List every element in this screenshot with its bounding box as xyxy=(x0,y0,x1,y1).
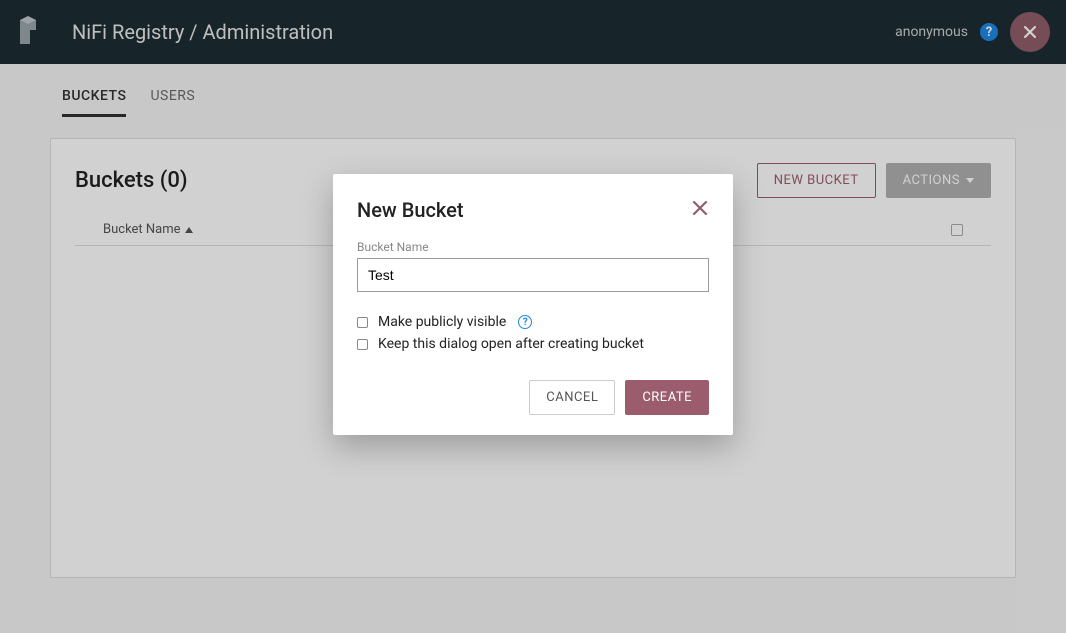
bucket-name-label: Bucket Name xyxy=(357,240,709,254)
create-button[interactable]: CREATE xyxy=(625,380,709,415)
public-visible-option[interactable]: Make publicly visible ? xyxy=(357,314,709,330)
dialog-actions: CANCEL CREATE xyxy=(357,380,709,415)
dialog-options: Make publicly visible ? Keep this dialog… xyxy=(357,314,709,352)
keep-open-checkbox[interactable] xyxy=(357,339,368,350)
dialog-close-button[interactable] xyxy=(691,199,709,221)
keep-open-label: Keep this dialog open after creating buc… xyxy=(378,336,644,352)
dialog-header: New Bucket xyxy=(357,198,709,222)
public-visible-label: Make publicly visible xyxy=(378,314,506,330)
cancel-button[interactable]: CANCEL xyxy=(529,380,615,415)
new-bucket-dialog: New Bucket Bucket Name Make publicly vis… xyxy=(333,174,733,435)
dialog-title: New Bucket xyxy=(357,198,464,222)
modal-overlay: New Bucket Bucket Name Make publicly vis… xyxy=(0,0,1066,633)
bucket-name-input[interactable] xyxy=(357,258,709,292)
info-icon[interactable]: ? xyxy=(518,315,532,329)
keep-open-option[interactable]: Keep this dialog open after creating buc… xyxy=(357,336,709,352)
public-visible-checkbox[interactable] xyxy=(357,317,368,328)
